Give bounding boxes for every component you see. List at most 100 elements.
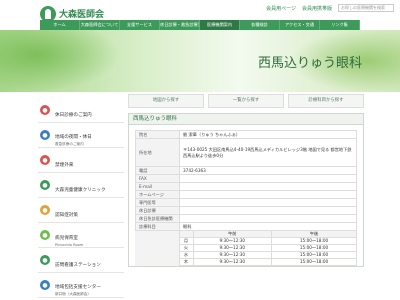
row-value: 劉 潔華（りゅう ちゃんふぁ） (179, 130, 357, 139)
sidebar-item-sublabel: 新井宿（大森医師会） (55, 292, 91, 296)
main-content: 地図から探す 一覧から探す 診療科目から探す 西馬込りゅう眼科 院名劉 潔華（り… (128, 94, 364, 267)
sidebar-item[interactable]: ● 病児保育室 Pinocchio Room (38, 223, 124, 248)
schedule-cell: 15:00～18:00 (271, 258, 357, 266)
nav-support[interactable]: 支援サービス (120, 20, 160, 30)
main-nav: ホーム 大森医師会について 支援サービス 休日診療・救急診療案内 医療機関案内 … (40, 20, 360, 30)
schedule-cell: 月 (178, 237, 194, 245)
row-value: 3742-6363 (179, 166, 357, 175)
nav-about[interactable]: 大森医師会について (80, 20, 120, 30)
sidebar: ● 休日診療のご案内 ● 地域の夜間・休日 救急診療のご案内 ● 禁煙外来 ● 大森児童健康クリ… (38, 98, 124, 298)
table-row: 所在地 〒143-0025 大田区南馬込4-40-19西馬込メディカルビレッジ3階… (135, 138, 357, 167)
row-key: 専門医等 (135, 198, 180, 207)
table-row: 専門医等 (135, 198, 357, 207)
row-key: 電話 (135, 166, 180, 175)
clock-icon: ● (40, 130, 50, 140)
schedule-row: 木 9:30～12:30 15:00～18:00 (135, 258, 357, 266)
schedule-spacer (135, 237, 179, 245)
schedule-cell: 9:30～12:30 (192, 258, 273, 266)
schedule-header: 午前 午後 (135, 230, 357, 238)
schedule-cell: 水 (178, 251, 194, 259)
schedule-cell: 15:00～18:00 (271, 244, 357, 252)
schedule-row: 月 9:30～12:30 15:00～18:00 (135, 237, 357, 245)
plus-icon: ● (40, 105, 50, 115)
table-row: 院名劉 潔華（りゅう ちゃんふぁ） (135, 130, 357, 139)
sidebar-item-label: 休日診療のご案内 (55, 112, 92, 118)
clinic-info-table: 院名劉 潔華（りゅう ちゃんふぁ） 所在地 〒143-0025 大田区南馬込4-40… (135, 130, 357, 231)
row-key: 休日診療 (135, 206, 180, 215)
tab-subject[interactable]: 診療科目から探す (288, 94, 364, 108)
sidebar-item-label: 訪問看護ステーション (55, 262, 101, 268)
sidebar-item[interactable]: ● 休日診療のご案内 (38, 98, 124, 123)
search-input[interactable]: お探しの医療機関を検索 (338, 4, 394, 12)
sidebar-item-label: 地域包括支援センター (55, 285, 101, 290)
schedule-header-cell: 午前 (192, 230, 273, 238)
nav-clinics[interactable]: 医療機関案内 (200, 20, 240, 30)
search-tabs: 地図から探す 一覧から探す 診療科目から探す (128, 94, 364, 108)
row-key: 院名 (135, 130, 180, 139)
schedule-cell: 火 (178, 244, 194, 252)
sidebar-item[interactable]: ● 認知症対策 (38, 198, 124, 223)
schedule-cell: 9:30～12:30 (192, 244, 273, 252)
schedule-spacer (135, 258, 179, 266)
hero-banner: 西馬込りゅう眼科 (0, 30, 400, 92)
sidebar-item[interactable]: ● 大森児童健康クリニック (38, 173, 124, 198)
schedule-header-cell (178, 230, 194, 238)
row-key: 所在地 (135, 138, 180, 167)
sidebar-item[interactable]: ● 禁煙外来 (38, 148, 124, 173)
row-value: 〒143-0025 大田区南馬込4-40-19西馬込メディカルビレッジ3階 地図… (179, 138, 357, 167)
leaf-decoration (0, 30, 120, 92)
row-key: 休日急診医療機関 (135, 214, 180, 223)
child-icon: ● (40, 180, 50, 190)
row-value (179, 174, 357, 183)
nav-holiday[interactable]: 休日診療・救急診療案内 (160, 20, 200, 30)
tab-map[interactable]: 地図から探す (128, 94, 204, 108)
clinic-card-title: 西馬込りゅう眼科 (129, 114, 363, 125)
table-row: 休日診療 (135, 206, 357, 215)
sidebar-item-label: 地域の夜間・休日 (55, 135, 92, 140)
schedule-header-cell: 午後 (271, 230, 357, 238)
no-smoking-icon: ● (40, 155, 50, 165)
house-icon: ● (40, 280, 50, 290)
nurse-icon: ● (40, 255, 50, 265)
sidebar-item-label: 認知症対策 (55, 212, 78, 218)
schedule-row: 水 9:30～12:30 15:00～18:00 (135, 251, 357, 259)
tab-list[interactable]: 一覧から探す (208, 94, 284, 108)
table-row: FAX (135, 174, 357, 183)
sidebar-item[interactable]: ● 訪問看護ステーション (38, 248, 124, 273)
sidebar-item-label: 禁煙外来 (55, 162, 74, 168)
schedule-cell: 9:30～12:30 (192, 251, 273, 259)
schedule-spacer (135, 251, 179, 259)
table-row: ホームページ (135, 190, 357, 199)
sidebar-item[interactable]: ● 地域の夜間・休日 救急診療のご案内 (38, 123, 124, 148)
member-mobile-link[interactable]: 会員用携帯版 (302, 5, 332, 12)
brain-icon: ● (40, 205, 50, 215)
table-row: 休日急診医療機関 (135, 214, 357, 223)
schedule-cell: 木 (178, 258, 194, 266)
table-row: E-mail (135, 182, 357, 191)
member-page-link[interactable]: 会員用ページ (266, 5, 296, 12)
schedule-cell: 15:00～18:00 (271, 251, 357, 259)
baby-icon: ● (40, 230, 50, 240)
sidebar-item-sublabel: 救急診療のご案内 (55, 142, 84, 146)
schedule-table: 午前 午後月 9:30～12:30 15:00～18:00 火 9:30～12:30 15:… (135, 230, 357, 266)
row-value (179, 182, 357, 191)
row-value (179, 190, 357, 199)
nav-home[interactable]: ホーム (40, 20, 80, 30)
top-bar: 大森医師会 Omori Medical Association 会員用ページ 会… (0, 0, 400, 26)
schedule-spacer (135, 230, 179, 238)
schedule-cell: 9:30～12:30 (192, 237, 273, 245)
schedule-row: 火 9:30～12:30 15:00～18:00 (135, 244, 357, 252)
sidebar-item-label: 病児保育室 (55, 235, 78, 241)
sidebar-item-label: 大森児童健康クリニック (55, 187, 106, 193)
nav-links[interactable]: リンク集 (320, 20, 360, 30)
clinic-card: 西馬込りゅう眼科 院名劉 潔華（りゅう ちゃんふぁ） 所在地 〒143-0025 大… (128, 113, 364, 267)
sidebar-item[interactable]: ● 地域包括支援センター 新井宿（大森医師会） (38, 273, 124, 298)
logo-text: 大森医師会 (59, 10, 105, 20)
sidebar-item-sublabel: Pinocchio Room (55, 242, 84, 247)
nav-access[interactable]: アクセス・交通 (280, 20, 320, 30)
row-value (179, 206, 357, 215)
row-key: ホームページ (135, 190, 180, 199)
row-key: FAX (135, 174, 180, 183)
top-links: 会員用ページ 会員用携帯版 お探しの医療機関を検索 (266, 4, 394, 12)
nav-checkups[interactable]: 各種検診 (240, 20, 280, 30)
